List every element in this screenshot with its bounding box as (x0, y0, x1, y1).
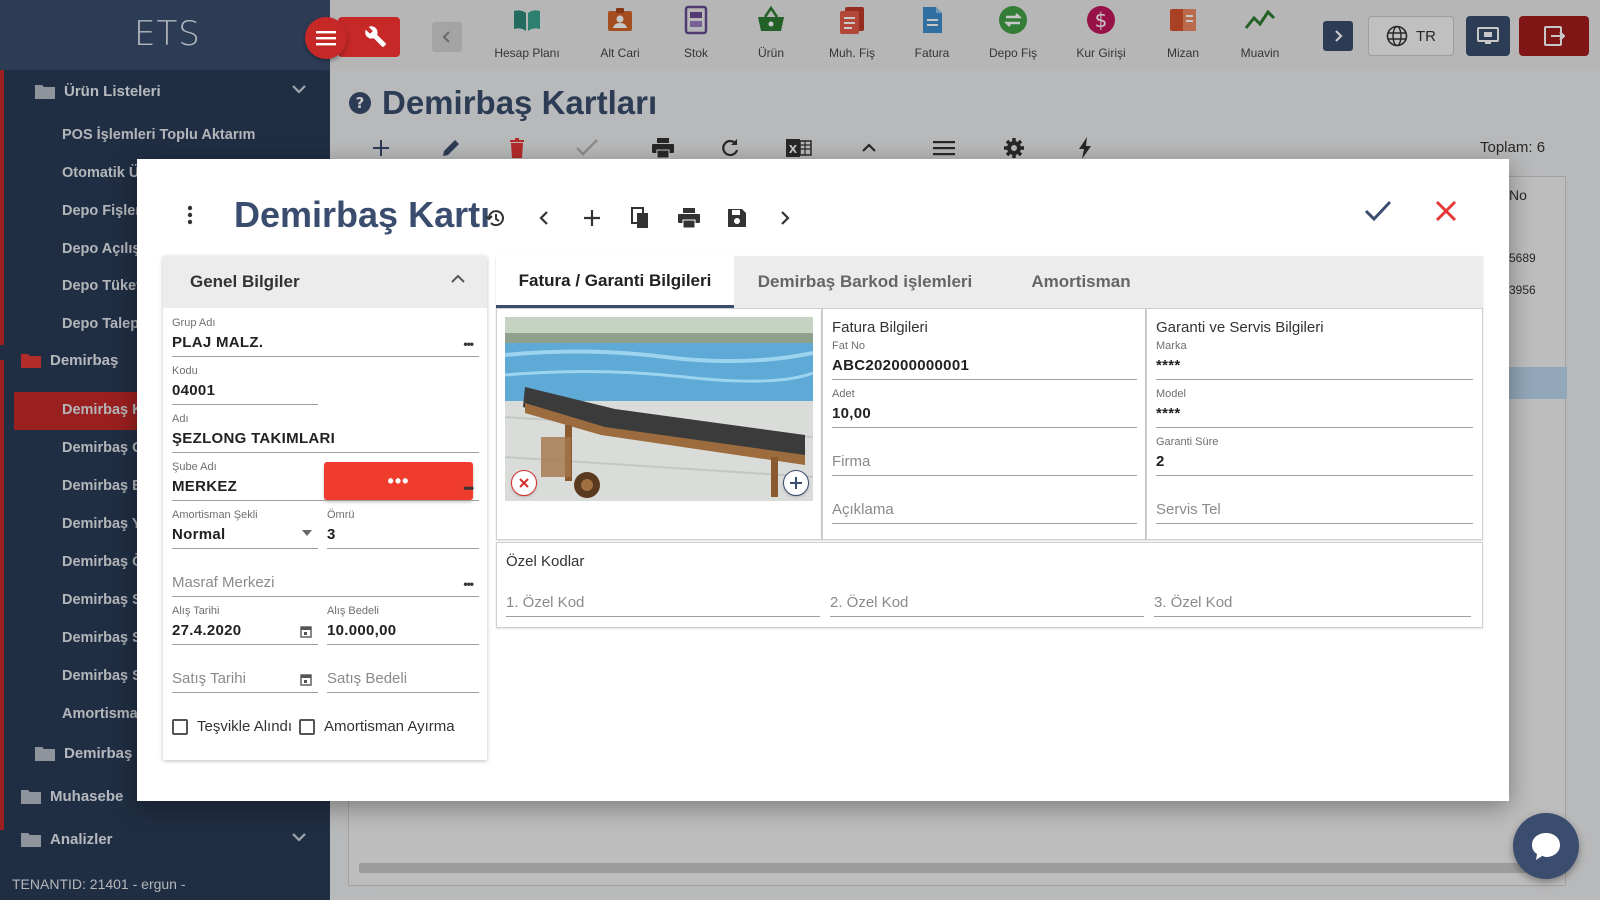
asset-photo (505, 317, 813, 501)
hamburger-icon (316, 31, 336, 46)
garanti-sure-field[interactable]: Garanti Süre 2 (1156, 436, 1473, 476)
tools-button[interactable] (338, 17, 400, 57)
masraf-merkezi-field[interactable]: Masraf Merkezi ••• (172, 557, 479, 597)
chevron-up-icon (451, 274, 465, 283)
general-info-header[interactable]: Genel Bilgiler (163, 256, 487, 308)
adet-field[interactable]: Adet 10,00 (832, 388, 1137, 428)
tab-amortisman[interactable]: Amortisman (996, 256, 1166, 308)
checkbox-box[interactable] (299, 718, 315, 735)
chevron-right-icon (781, 211, 790, 225)
close-icon (519, 478, 529, 488)
previous-record-button[interactable] (531, 205, 557, 231)
printer-icon (678, 208, 700, 228)
omru-field[interactable]: Ömrü 3 (327, 509, 479, 549)
general-info-panel: Genel Bilgiler Grup Adı PLAJ MALZ. ••• K… (163, 256, 487, 760)
chevron-left-icon (539, 211, 548, 225)
kodu-field[interactable]: Kodu 04001 (172, 365, 318, 405)
ozel-kod-2-field[interactable]: 2. Özel Kod (830, 581, 1144, 617)
servis-tel-field[interactable]: Servis Tel (1156, 484, 1473, 524)
dialog-tabs: Fatura / Garanti Bilgileri Demirbaş Bark… (496, 256, 1483, 308)
tab-barkod-islemleri[interactable]: Demirbaş Barkod işlemleri (734, 256, 996, 308)
print-button[interactable] (676, 205, 702, 231)
fatura-bilgileri-card: Fatura Bilgileri Fat No ABC202000000001 … (822, 308, 1146, 540)
checkbox-box[interactable] (172, 718, 188, 735)
fatura-bilgileri-title: Fatura Bilgileri (832, 319, 928, 336)
tesvikle-alindi-checkbox[interactable]: Teşvikle Alındı (172, 718, 292, 735)
grup-adi-field[interactable]: Grup Adı PLAJ MALZ. ••• (172, 317, 479, 357)
ozel-kod-3-field[interactable]: 3. Özel Kod (1154, 581, 1471, 617)
plus-icon (584, 210, 600, 226)
aciklama-field[interactable]: Açıklama (832, 484, 1137, 524)
wrench-icon (365, 26, 386, 47)
calendar-icon[interactable] (300, 673, 312, 686)
history-button[interactable] (483, 205, 509, 231)
amortisman-sekli-select[interactable]: Amortisman Şekli Normal (172, 509, 318, 549)
adi-field[interactable]: Adı ŞEZLONG TAKIMLARI (172, 413, 479, 453)
marka-field[interactable]: Marka **** (1156, 340, 1473, 380)
copy-button[interactable] (627, 205, 653, 231)
ozel-kodlar-title: Özel Kodlar (506, 553, 585, 570)
new-record-button[interactable] (579, 205, 605, 231)
confirm-button[interactable] (1363, 199, 1393, 228)
sube-adi-field[interactable]: Şube Adı MERKEZ ••• (172, 461, 479, 501)
lookup-ellipsis-icon[interactable]: ••• (463, 577, 474, 591)
save-icon (728, 209, 746, 227)
ozel-kod-1-field[interactable]: 1. Özel Kod (506, 581, 820, 617)
plus-icon (790, 477, 802, 489)
alis-tarihi-field[interactable]: Alış Tarihi 27.4.2020 (172, 605, 318, 645)
chat-button[interactable] (1513, 813, 1579, 879)
close-button[interactable] (1434, 199, 1458, 228)
fat-no-field[interactable]: Fat No ABC202000000001 (832, 340, 1137, 380)
next-record-button[interactable] (772, 205, 798, 231)
satis-tarihi-field[interactable]: Satış Tarihi (172, 653, 318, 693)
ozel-kodlar-card: Özel Kodlar 1. Özel Kod 2. Özel Kod 3. Ö… (496, 542, 1483, 628)
add-photo-button[interactable] (783, 470, 809, 496)
satis-bedeli-field[interactable]: Satış Bedeli (327, 653, 479, 693)
close-icon (1435, 200, 1457, 222)
chat-bubble-icon (1532, 833, 1560, 860)
copy-icon (631, 207, 648, 228)
firma-field[interactable]: Firma (832, 436, 1137, 476)
history-icon (485, 210, 504, 227)
save-button[interactable] (724, 205, 750, 231)
menu-button[interactable] (305, 17, 347, 59)
sunlounger-image (505, 317, 813, 501)
demirbas-karti-dialog: Demirbaş Kartı Genel Bilgiler Grup Adı P… (137, 159, 1509, 801)
lookup-ellipsis-icon[interactable]: ••• (463, 481, 474, 495)
amortisman-ayirma-checkbox[interactable]: Amortisman Ayırma (299, 718, 455, 735)
garanti-servis-title: Garanti ve Servis Bilgileri (1156, 319, 1324, 336)
calendar-icon[interactable] (300, 625, 312, 638)
lookup-ellipsis-icon[interactable]: ••• (463, 337, 474, 351)
check-icon (1364, 200, 1392, 222)
more-options-button[interactable] (187, 205, 193, 230)
remove-photo-button[interactable] (511, 470, 537, 496)
photo-card (496, 308, 822, 540)
model-field[interactable]: Model **** (1156, 388, 1473, 428)
alis-bedeli-field[interactable]: Alış Bedeli 10.000,00 (327, 605, 479, 645)
kebab-menu-icon (187, 205, 193, 225)
dropdown-arrow-icon (302, 530, 312, 536)
tab-fatura-garanti[interactable]: Fatura / Garanti Bilgileri (496, 256, 734, 308)
dialog-title: Demirbaş Kartı (234, 194, 491, 235)
garanti-servis-card: Garanti ve Servis Bilgileri Marka **** M… (1146, 308, 1483, 540)
